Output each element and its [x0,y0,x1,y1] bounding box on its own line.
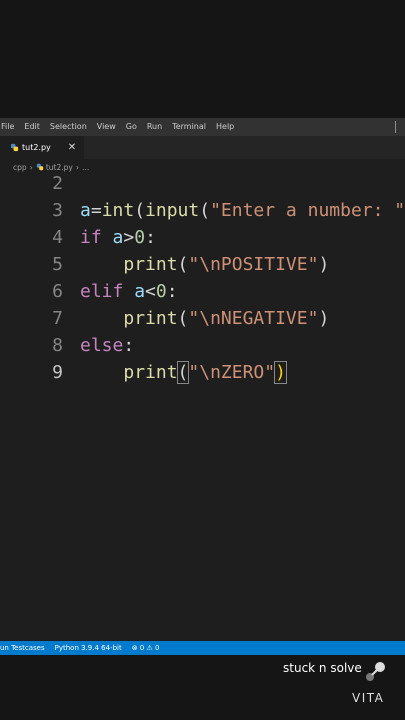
token: "Enter a number: " [210,200,405,221]
code-line-active: 9 print("\nZERO") [0,359,405,386]
token: print [123,308,178,329]
token: a [80,200,91,221]
token: print [123,254,178,275]
line-number: 8 [52,335,63,356]
tab-bar: tut2.py ✕ [0,136,405,159]
token: < [145,281,156,302]
video-top-letterbox [0,0,405,118]
menu-edit[interactable]: Edit [19,118,45,136]
status-bar: un Testcases Python 3.9.4 64-bit ⊗ 0 ⚠ 0 [0,641,405,655]
python-file-icon [36,163,44,171]
token: a [101,227,124,248]
code-line: 8 else: [0,332,405,359]
line-code: print("\nZERO") [80,359,287,386]
token: if [80,227,102,248]
status-run-testcases[interactable]: un Testcases [0,644,45,652]
chevron-right-icon: › [75,162,80,172]
token: "\nNEGATIVE" [188,308,319,329]
token: ( [199,200,211,221]
token: input [145,200,200,221]
status-problems[interactable]: ⊗ 0 ⚠ 0 [132,644,160,652]
close-icon[interactable]: ✕ [68,142,76,153]
line-number: 5 [52,254,63,275]
token: ( [134,200,146,221]
token: int [101,200,135,221]
tab-label: tut2.py [22,143,51,152]
code-line: 5 print("\nPOSITIVE") [0,251,405,278]
breadcrumb: cpp › tut2.py › ... [0,159,405,175]
matched-bracket: ) [274,361,287,384]
token: : [123,335,135,356]
token: = [90,200,102,221]
vita-brand-label: VITA [352,691,385,705]
token: 0 [134,227,146,248]
line-code: elif a<0: [80,278,178,305]
code-line: 4 if a>0: [0,224,405,251]
token: 0 [155,281,167,302]
menu-view[interactable]: View [92,118,121,136]
token: ) [318,254,330,275]
code-line: 7 print("\nNEGATIVE") [0,305,405,332]
breadcrumb-folder[interactable]: cpp [13,163,27,172]
code-line: 6 elif a<0: [0,278,405,305]
line-code: a=int(input("Enter a number: " [80,197,405,224]
menu-file[interactable]: File [0,118,19,136]
breadcrumb-file[interactable]: tut2.py [46,163,73,172]
tab-tut2-py[interactable]: tut2.py ✕ [0,136,84,159]
breadcrumb-more[interactable]: ... [82,163,89,172]
line-number: 4 [52,227,63,248]
token: ( [177,308,189,329]
token: elif [80,281,124,302]
token: else [80,335,124,356]
token: : [166,281,178,302]
window-control-icon[interactable] [395,121,402,133]
line-number: 2 [52,175,63,194]
menu-run[interactable]: Run [142,118,167,136]
token: print [123,362,178,383]
code-editor[interactable]: 2 3 a=int(input("Enter a number: " 4 if … [0,175,405,641]
token: "\nZERO" [188,362,276,383]
status-python-interpreter[interactable]: Python 3.9.4 64-bit [55,644,122,652]
python-file-icon [10,143,19,152]
menu-bar: File Edit Selection View Go Run Terminal… [0,118,405,136]
menu-help[interactable]: Help [211,118,239,136]
chevron-right-icon: › [29,162,33,172]
token: ) [318,308,330,329]
line-number: 6 [52,281,63,302]
vita-logo-icon [366,662,385,681]
token: a [123,281,146,302]
menu-selection[interactable]: Selection [45,118,92,136]
line-code: print("\nPOSITIVE") [80,251,329,278]
line-number: 7 [52,308,63,329]
token: > [123,227,135,248]
menu-terminal[interactable]: Terminal [167,118,211,136]
token: ( [177,254,189,275]
line-number: 9 [52,362,63,383]
token: "\nPOSITIVE" [188,254,319,275]
code-line: 3 a=int(input("Enter a number: " [0,197,405,224]
matched-bracket: ( [176,361,190,384]
line-code: if a>0: [80,224,156,251]
line-number: 3 [52,200,63,221]
line-code: else: [80,332,134,359]
line-code: print("\nNEGATIVE") [80,305,329,332]
menu-go[interactable]: Go [121,118,142,136]
code-line: 2 [0,175,405,197]
token: : [145,227,156,248]
channel-watermark: stuck n solve [283,661,362,675]
